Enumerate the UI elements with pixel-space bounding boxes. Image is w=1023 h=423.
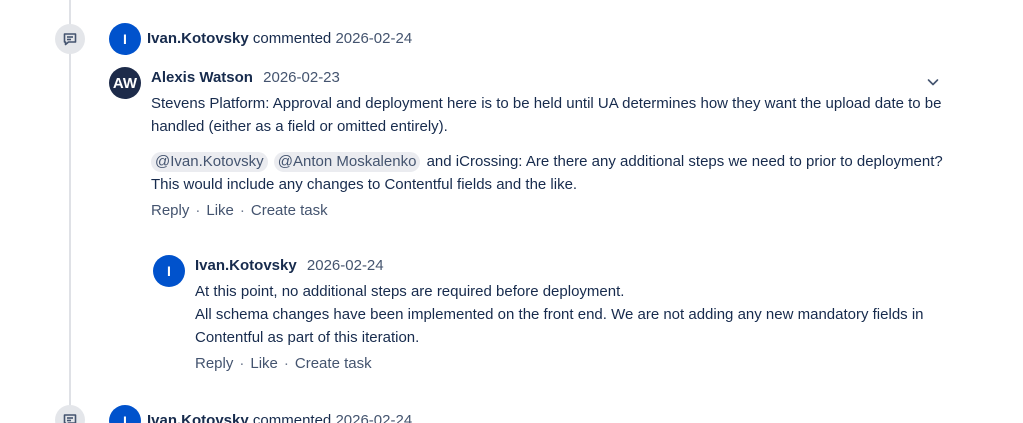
comment-actions: Reply · Like · Create task: [151, 202, 328, 219]
avatar[interactable]: I: [153, 255, 185, 287]
timeline-line: [69, 0, 71, 423]
event-verb: commented: [252, 30, 332, 47]
event-header: Ivan.Kotovsky commented 2026-02-24: [147, 412, 412, 423]
create-task-button[interactable]: Create task: [251, 202, 328, 219]
avatar[interactable]: AW: [109, 67, 141, 99]
chevron-down-icon[interactable]: [925, 74, 941, 90]
comment-author[interactable]: Alexis Watson: [151, 69, 253, 86]
comment-text: and iCrossing: Are there any additional …: [151, 153, 943, 193]
mention[interactable]: @Ivan.Kotovsky: [151, 152, 268, 172]
activity-timeline: I Ivan.Kotovsky commented 2026-02-24 AW …: [0, 0, 1023, 423]
comment-icon: [55, 405, 85, 423]
comment-icon: [55, 24, 85, 54]
reply-actions: Reply · Like · Create task: [195, 355, 372, 372]
like-button[interactable]: Like: [250, 355, 278, 372]
avatar[interactable]: I: [109, 405, 141, 423]
reply-header: Ivan.Kotovsky 2026-02-24: [195, 257, 384, 274]
reply-button[interactable]: Reply: [151, 202, 189, 219]
comment-date: 2026-02-23: [263, 69, 340, 86]
comment-paragraph: Stevens Platform: Approval and deploymen…: [151, 95, 942, 135]
reply-date: 2026-02-24: [306, 257, 384, 274]
avatar[interactable]: I: [109, 23, 141, 55]
mention[interactable]: @Anton Moskalenko: [273, 152, 421, 172]
create-task-button[interactable]: Create task: [295, 355, 372, 372]
like-button[interactable]: Like: [206, 202, 234, 219]
reply-line: At this point, no additional steps are r…: [195, 283, 625, 300]
separator: ·: [195, 202, 201, 219]
comment-header: Alexis Watson 2026-02-23: [151, 69, 340, 86]
event-date: 2026-02-24: [335, 412, 413, 423]
event-author[interactable]: Ivan.Kotovsky: [147, 30, 249, 47]
separator: ·: [239, 202, 245, 219]
event-date: 2026-02-24: [335, 30, 413, 47]
event-author[interactable]: Ivan.Kotovsky: [147, 412, 249, 423]
event-header: Ivan.Kotovsky commented 2026-02-24: [147, 30, 412, 47]
reply-line: All schema changes have been implemented…: [195, 306, 924, 346]
reply-author[interactable]: Ivan.Kotovsky: [195, 257, 297, 274]
event-verb: commented: [252, 412, 332, 423]
separator: ·: [283, 355, 289, 372]
reply-button[interactable]: Reply: [195, 355, 233, 372]
comment-paragraph: @Ivan.Kotovsky @Anton Moskalenko and iCr…: [151, 150, 951, 196]
separator: ·: [239, 355, 245, 372]
